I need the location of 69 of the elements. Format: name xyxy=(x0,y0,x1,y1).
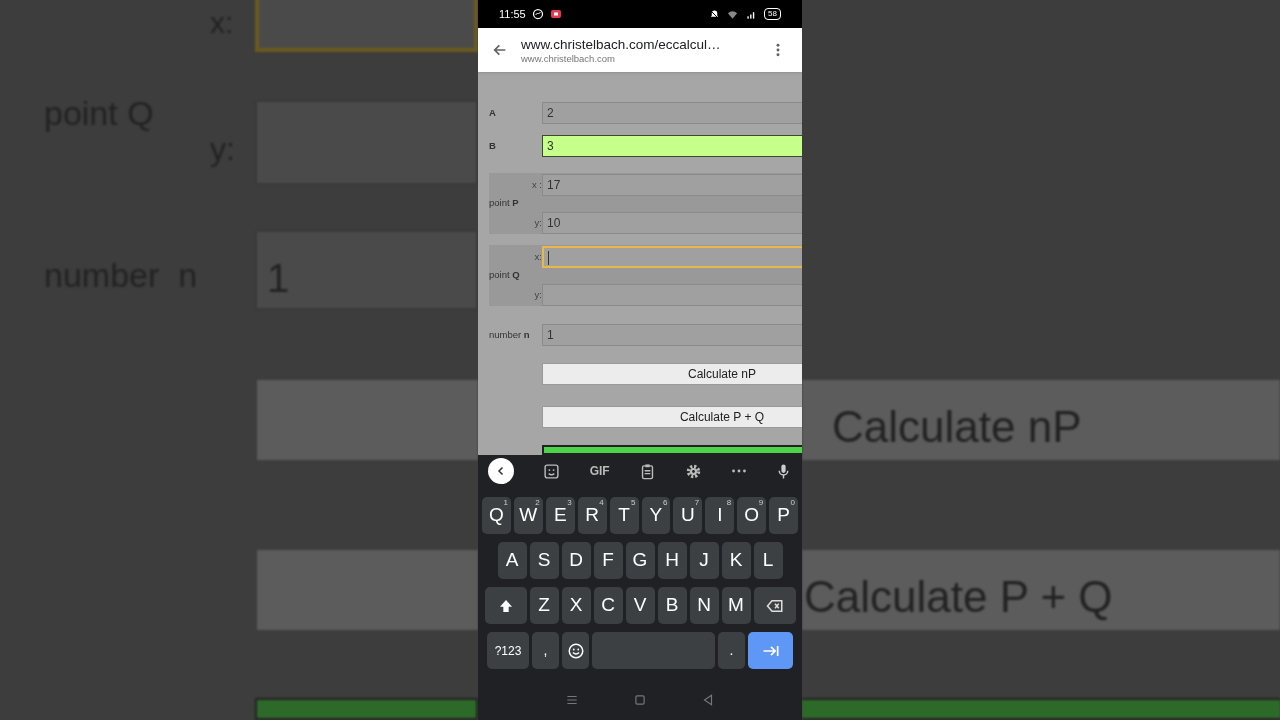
key-hint: 4 xyxy=(599,497,604,509)
collapse-button[interactable] xyxy=(488,458,514,484)
next-key[interactable] xyxy=(748,632,793,669)
field-label: A xyxy=(489,105,497,120)
keyboard-key[interactable]: D xyxy=(561,542,591,579)
keyboard-key[interactable]: Z xyxy=(529,587,559,624)
point-label: point P xyxy=(489,196,520,211)
axis-label: x: xyxy=(533,251,542,262)
keyboard-key[interactable]: J xyxy=(689,542,719,579)
input-field[interactable]: 17 xyxy=(542,173,802,196)
keyboard-key[interactable]: N xyxy=(689,587,719,624)
symbols-key[interactable]: ?123 xyxy=(487,632,529,669)
input-field[interactable] xyxy=(542,245,802,268)
shift-key[interactable] xyxy=(484,587,527,624)
clock: 11:55 xyxy=(499,6,526,22)
bell-muted-icon xyxy=(709,8,721,20)
keyboard-key[interactable]: B xyxy=(657,587,687,624)
axis-label: y: xyxy=(533,289,542,300)
key-hint: 7 xyxy=(694,497,700,509)
keyboard-key[interactable]: M xyxy=(721,587,751,624)
key-hint: 1 xyxy=(503,497,508,509)
settings-icon xyxy=(685,462,703,480)
input-field[interactable]: 2 xyxy=(542,102,802,124)
backspace-key[interactable] xyxy=(753,587,796,624)
key-hint: 0 xyxy=(790,497,796,509)
wifi-icon xyxy=(726,8,740,20)
more-icon xyxy=(731,469,746,473)
text-cursor xyxy=(548,251,549,266)
axis-label: x : xyxy=(531,179,542,190)
keyboard-key[interactable]: S xyxy=(529,542,559,579)
page-domain: www.christelbach.com xyxy=(521,52,616,65)
field-label: number n xyxy=(489,327,531,342)
page-url: www.christelbach.com/eccalcul… xyxy=(521,35,722,53)
messenger-icon xyxy=(531,8,544,20)
keyboard-key[interactable]: X xyxy=(561,587,591,624)
record-icon xyxy=(549,8,562,20)
keyboard-key[interactable]: L xyxy=(753,542,783,579)
point-label: point Q xyxy=(489,268,521,283)
keyboard-key[interactable]: G xyxy=(625,542,655,579)
battery-icon: 58 xyxy=(764,8,781,20)
keyboard-key[interactable]: . xyxy=(718,632,745,669)
input-field[interactable]: 1 xyxy=(542,324,802,346)
key-hint: 2 xyxy=(535,497,540,508)
key-hint: 6 xyxy=(662,497,668,509)
input-field[interactable]: 3 xyxy=(542,135,802,157)
axis-label: y: xyxy=(533,217,542,228)
back-arrow-icon[interactable] xyxy=(491,42,508,58)
sticker-icon xyxy=(543,462,561,480)
key-hint: 3 xyxy=(567,497,572,509)
gif-button[interactable]: GIF xyxy=(589,462,610,480)
keyboard-key[interactable]: I 8 xyxy=(705,497,735,534)
smiley-icon xyxy=(566,641,585,660)
home-icon[interactable] xyxy=(633,692,647,707)
keyboard-key[interactable]: F xyxy=(593,542,623,579)
key-hint: 5 xyxy=(631,497,636,509)
key-hint: 9 xyxy=(758,497,764,509)
input-field[interactable]: 10 xyxy=(542,211,802,234)
back-triangle-icon[interactable] xyxy=(701,692,715,707)
field-label: B xyxy=(489,138,497,153)
keyboard-key[interactable]: V xyxy=(625,587,655,624)
input-field[interactable] xyxy=(542,283,802,306)
keyboard-key[interactable]: A xyxy=(497,542,527,579)
emoji-key[interactable] xyxy=(562,632,589,669)
keyboard-key[interactable]: C xyxy=(593,587,623,624)
key-hint: 8 xyxy=(726,497,732,509)
keyboard-key[interactable]: K xyxy=(721,542,751,579)
clipboard-icon xyxy=(639,462,656,480)
keyboard-key[interactable]: , xyxy=(532,632,559,669)
keyboard-key[interactable]: H xyxy=(657,542,687,579)
